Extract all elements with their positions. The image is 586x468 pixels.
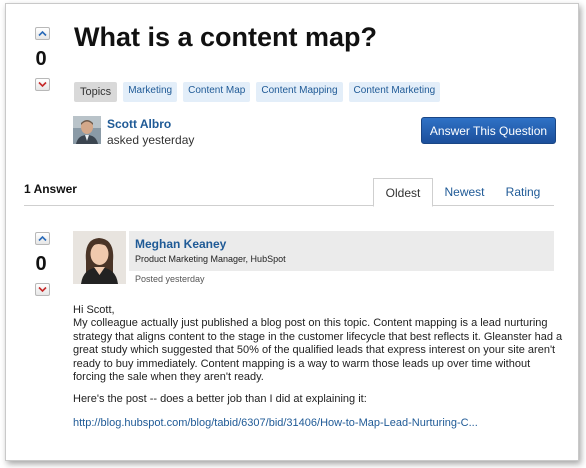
asker-avatar[interactable] — [73, 116, 101, 144]
answer-body: Hi Scott, My colleague actually just pub… — [73, 304, 563, 430]
asked-timestamp: asked yesterday — [107, 133, 195, 147]
answerer-name-link[interactable]: Meghan Keaney — [135, 237, 226, 251]
answer-greeting: Hi Scott, — [73, 304, 115, 316]
answerer-title: Product Marketing Manager, HubSpot — [135, 254, 286, 264]
answer-posted-timestamp: Posted yesterday — [135, 274, 205, 284]
answer-vote-count: 0 — [35, 253, 47, 275]
answer-paragraph-2: Here's the post -- does a better job tha… — [73, 393, 367, 406]
answer-question-button[interactable]: Answer This Question — [421, 117, 556, 144]
answerer-avatar[interactable] — [73, 231, 126, 284]
question-upvote-button[interactable] — [35, 27, 50, 40]
chevron-down-icon — [38, 81, 47, 88]
chevron-up-icon — [38, 235, 47, 242]
tag-content-map[interactable]: Content Map — [183, 82, 251, 102]
tag-content-mapping[interactable]: Content Mapping — [256, 82, 343, 102]
tabs-divider — [24, 205, 554, 206]
question-downvote-button[interactable] — [35, 78, 50, 91]
question-title: What is a content map? — [74, 22, 378, 52]
tag-marketing[interactable]: Marketing — [123, 82, 178, 102]
topics-label: Topics — [74, 82, 118, 102]
chevron-up-icon — [38, 30, 47, 37]
chevron-down-icon — [38, 286, 47, 293]
answer-downvote-button[interactable] — [35, 283, 50, 296]
qa-panel: 0 What is a content map? Topics Marketin… — [5, 3, 579, 461]
tab-rating[interactable]: Rating — [498, 178, 548, 205]
answers-count: 1 Answer — [24, 182, 77, 196]
question-vote-count: 0 — [35, 48, 47, 70]
answer-paragraph-1: My colleague actually just published a b… — [73, 317, 563, 384]
asker-name-link[interactable]: Scott Albro — [107, 117, 171, 131]
topic-tags: Topics Marketing Content Map Content Map… — [74, 82, 441, 102]
tab-oldest[interactable]: Oldest — [373, 178, 433, 207]
answer-upvote-button[interactable] — [35, 232, 50, 245]
answer-blog-link[interactable]: http://blog.hubspot.com/blog/tabid/6307/… — [73, 417, 563, 430]
tab-newest[interactable]: Newest — [437, 178, 492, 205]
tag-content-marketing[interactable]: Content Marketing — [348, 82, 441, 102]
